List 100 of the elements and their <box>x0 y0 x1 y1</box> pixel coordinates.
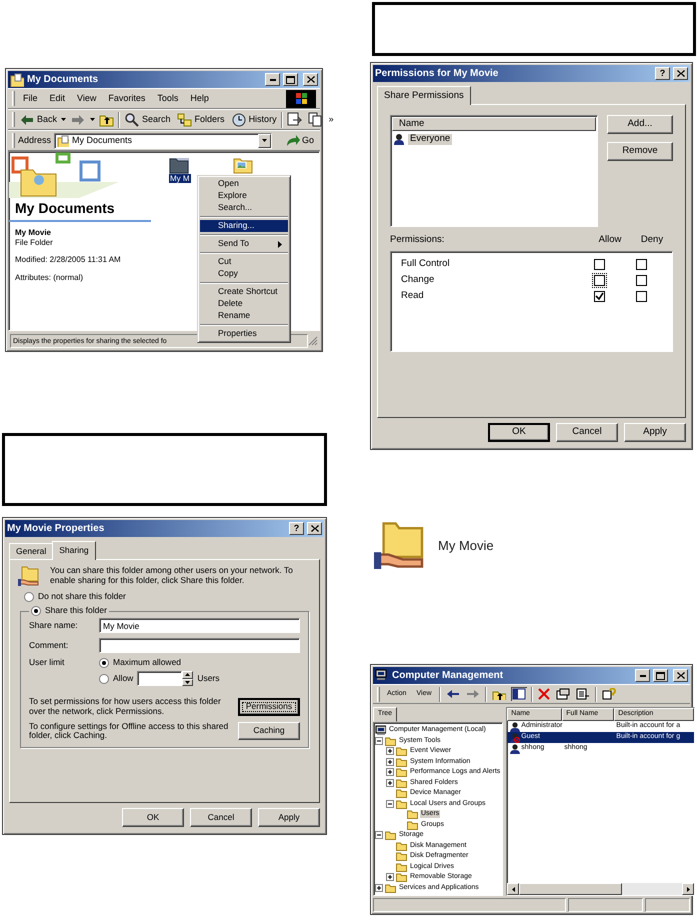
resize-grip-icon <box>308 336 318 346</box>
help-button[interactable]: ? <box>655 67 670 80</box>
folder-icon <box>396 767 407 778</box>
side-button[interactable]: Add... <box>607 115 673 134</box>
back-button[interactable] <box>444 687 461 701</box>
computer-icon <box>375 668 389 682</box>
minimize-button[interactable] <box>265 73 280 86</box>
radio-button[interactable] <box>24 592 34 602</box>
close-button[interactable] <box>303 73 318 86</box>
window-title: My Documents <box>27 74 100 86</box>
list-item[interactable]: Everyone <box>408 134 452 145</box>
go-arrow-icon <box>284 134 300 147</box>
dialog-button[interactable]: Apply <box>258 808 320 827</box>
expand-icon[interactable] <box>386 873 394 882</box>
expand-icon[interactable] <box>375 884 383 892</box>
menu-item[interactable]: Send To <box>200 238 288 250</box>
folders-icon <box>176 112 193 128</box>
permissions-label: Permissions: <box>390 235 446 246</box>
folder-label[interactable]: My Movie <box>438 538 494 554</box>
close-button[interactable] <box>673 67 688 80</box>
column-label: Allow <box>598 235 622 246</box>
share-name-field[interactable]: My Movie <box>99 618 300 633</box>
close-icon <box>306 76 314 83</box>
toolbar-button[interactable]: Search <box>122 110 173 129</box>
checkbox[interactable] <box>636 291 646 302</box>
menu-item[interactable]: Copy <box>200 268 288 280</box>
dialog-button[interactable]: Cancel <box>556 423 618 442</box>
tab[interactable]: Sharing <box>52 541 96 560</box>
show-tree-button[interactable] <box>510 687 527 701</box>
close-button[interactable] <box>307 522 322 535</box>
column-header[interactable]: Name <box>392 117 596 131</box>
folder-icon <box>57 134 70 146</box>
toolbar-button[interactable]: History <box>228 110 279 129</box>
dropdown-caret-icon[interactable] <box>90 118 96 121</box>
spin-up-icon <box>185 673 190 676</box>
collapse-icon[interactable] <box>375 736 383 745</box>
dialog-button[interactable]: OK <box>122 808 184 827</box>
file-label[interactable]: My M <box>169 174 191 184</box>
menu-item[interactable]: Create Shortcut <box>200 286 288 298</box>
go-button[interactable]: Go <box>282 131 316 150</box>
menu-item[interactable]: Help <box>186 93 213 104</box>
menu-item[interactable]: Edit <box>46 93 70 104</box>
menu-item[interactable]: Delete <box>200 298 288 310</box>
close-icon <box>676 672 684 679</box>
folder-icon <box>396 798 407 809</box>
delete-button[interactable] <box>536 687 551 701</box>
more-chevron[interactable]: » <box>328 114 334 125</box>
tab[interactable]: General <box>9 543 54 559</box>
forward-arrow-icon <box>466 688 480 700</box>
checkbox[interactable] <box>636 275 646 286</box>
delete-icon <box>538 688 550 700</box>
toolbar-button[interactable]: Folders <box>174 110 227 129</box>
dropdown-caret-icon[interactable] <box>61 118 66 121</box>
permission-name: Change <box>401 275 436 286</box>
checkbox[interactable] <box>636 259 646 270</box>
menu-item[interactable]: Sharing... <box>200 220 288 232</box>
collapse-icon[interactable] <box>386 800 394 808</box>
expand-icon[interactable] <box>386 747 394 756</box>
folder-icon[interactable] <box>169 156 189 174</box>
close-button[interactable] <box>673 669 688 682</box>
spin-field[interactable] <box>137 671 194 686</box>
comment-field[interactable] <box>99 638 300 653</box>
action-button[interactable]: Permissions <box>238 698 300 716</box>
menu-item[interactable]: Cut <box>200 256 288 268</box>
export-list-button[interactable] <box>574 687 591 701</box>
folder-icon <box>396 872 407 882</box>
menu-item[interactable]: Explore <box>200 190 288 202</box>
maximize-button[interactable] <box>283 73 298 86</box>
windows-logo-icon <box>286 90 316 108</box>
maximize-button[interactable] <box>653 669 668 682</box>
expand-icon[interactable] <box>386 768 394 776</box>
help-icon <box>602 688 616 700</box>
properties-button[interactable] <box>554 687 571 701</box>
expand-icon[interactable] <box>386 758 394 766</box>
menu-item[interactable]: Favorites <box>104 93 150 104</box>
dialog-button[interactable]: Apply <box>624 423 686 442</box>
radio-button[interactable] <box>99 674 109 684</box>
picture-folder-icon[interactable] <box>233 156 253 174</box>
menu-item[interactable]: View <box>73 93 100 104</box>
menu-item[interactable]: Open <box>200 178 288 190</box>
help-button[interactable]: ? <box>289 522 304 535</box>
radio-button[interactable] <box>99 658 109 668</box>
side-button[interactable]: Remove <box>607 142 673 161</box>
radio-button[interactable] <box>31 606 41 616</box>
help-button[interactable] <box>600 687 617 701</box>
expand-icon[interactable] <box>386 778 394 787</box>
action-button[interactable]: Caching <box>238 722 300 740</box>
dialog-button[interactable]: Cancel <box>190 808 252 827</box>
menu-item[interactable]: Search... <box>200 202 288 214</box>
scroll-right-icon <box>686 886 690 892</box>
minimize-button[interactable] <box>635 669 650 682</box>
menu-item[interactable]: Tools <box>153 93 182 104</box>
menu-item[interactable]: File <box>19 93 42 104</box>
collapse-icon[interactable] <box>375 831 383 840</box>
tab[interactable]: Share Permissions <box>377 86 471 105</box>
address-field[interactable]: My Documents <box>54 132 272 148</box>
export-list-icon <box>576 688 590 700</box>
back-button[interactable]: Back <box>17 110 60 129</box>
menu-item[interactable]: Rename <box>200 310 288 322</box>
dialog-button[interactable]: OK <box>488 423 550 442</box>
